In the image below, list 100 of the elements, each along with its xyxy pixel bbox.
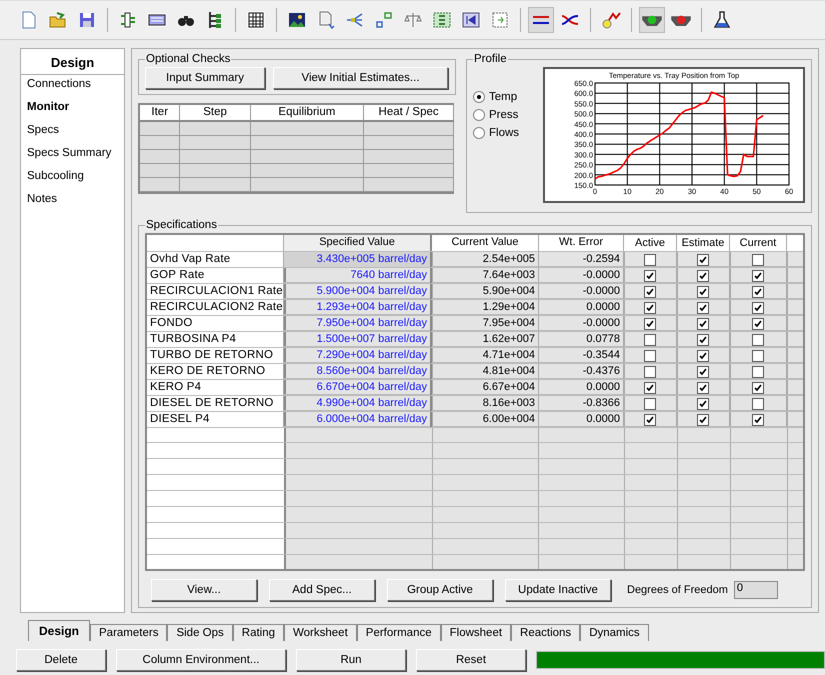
step-icon [490, 10, 510, 30]
column-header: Heat / Spec [364, 105, 454, 120]
checkbox[interactable] [697, 318, 709, 330]
checkbox[interactable] [752, 254, 764, 266]
table-cell[interactable]: 7.290e+004 barrel/day [284, 348, 432, 363]
button[interactable]: Group Active [387, 579, 493, 601]
table-cell: 7.95e+004 [432, 316, 539, 331]
checkbox[interactable] [752, 350, 764, 362]
sidebar-item[interactable]: Specs Summary [21, 144, 124, 167]
checkbox[interactable] [697, 382, 709, 394]
radio-button[interactable]: Press [473, 109, 535, 121]
table-cell: 8.16e+003 [432, 396, 539, 411]
column-icon [118, 10, 138, 30]
checkbox[interactable] [644, 254, 656, 266]
checkbox[interactable] [752, 318, 764, 330]
checkbox[interactable] [644, 414, 656, 426]
checkbox[interactable] [752, 286, 764, 298]
button[interactable]: Add Spec... [269, 579, 375, 601]
button[interactable]: Column Environment... [116, 649, 286, 671]
table-cell[interactable]: 8.560e+004 barrel/day [284, 364, 432, 379]
checkbox[interactable] [697, 302, 709, 314]
table-cell[interactable]: 3.430e+005 barrel/day [284, 252, 432, 267]
tab[interactable]: Reactions [511, 624, 580, 641]
sidebar-item[interactable]: Monitor [21, 98, 124, 121]
table-cell: 5.90e+004 [432, 284, 539, 299]
checkbox[interactable] [752, 302, 764, 314]
bulb-icon [601, 10, 621, 30]
checkbox[interactable] [644, 318, 656, 330]
checkbox[interactable] [697, 414, 709, 426]
checkbox[interactable] [644, 302, 656, 314]
checkbox[interactable] [697, 366, 709, 378]
button[interactable]: Delete [16, 649, 106, 671]
table-cell: 4.71e+004 [432, 348, 539, 363]
table-cell[interactable]: 5.900e+004 barrel/day [284, 284, 432, 299]
sidebar-item[interactable]: Specs [21, 121, 124, 144]
checkbox[interactable] [697, 286, 709, 298]
folder-icon [48, 10, 68, 30]
column-header: Iter [140, 105, 180, 120]
radio-button[interactable]: Flows [473, 127, 535, 139]
column-header: Equilibrium [250, 105, 364, 120]
checkbox[interactable] [752, 270, 764, 282]
tab[interactable]: Worksheet [284, 624, 357, 641]
sidebar-item[interactable]: Connections [21, 75, 124, 98]
column-header: Estimate [677, 235, 730, 251]
nodes-icon [374, 10, 394, 30]
checkbox[interactable] [644, 382, 656, 394]
table-cell: 6.00e+004 [432, 412, 539, 427]
group-title: Specifications [145, 219, 218, 231]
toolbar-button[interactable] [528, 7, 554, 33]
table-cell[interactable]: 4.990e+004 barrel/day [284, 396, 432, 411]
checkbox[interactable] [752, 414, 764, 426]
checkbox[interactable] [697, 350, 709, 362]
checkbox[interactable] [644, 334, 656, 346]
button[interactable]: Update Inactive [505, 579, 611, 601]
column-header: Active [624, 235, 677, 251]
table-cell[interactable]: 6.000e+004 barrel/day [284, 412, 432, 427]
table-cell[interactable]: 7.950e+004 barrel/day [284, 316, 432, 331]
tab[interactable]: Rating [232, 624, 284, 641]
rewind-icon [461, 10, 481, 30]
button[interactable]: Reset [416, 649, 526, 671]
checkbox[interactable] [644, 270, 656, 282]
tab[interactable]: Performance [356, 624, 441, 641]
table-cell[interactable]: 1.500e+007 barrel/day [284, 332, 432, 347]
checkbox[interactable] [697, 254, 709, 266]
table-cell: -0.0000 [539, 284, 624, 299]
checkbox[interactable] [644, 366, 656, 378]
tab[interactable]: Parameters [90, 624, 168, 641]
table-cell: KERO P4 [147, 380, 284, 395]
table-cell[interactable]: 1.293e+004 barrel/day [284, 300, 432, 315]
checkbox[interactable] [752, 382, 764, 394]
table-cell: 6.67e+004 [432, 380, 539, 395]
button[interactable]: Input Summary [145, 67, 265, 89]
table-cell: RECIRCULACION2 Rate [147, 300, 284, 315]
checkbox[interactable] [644, 398, 656, 410]
radio-button[interactable]: Temp [473, 91, 535, 103]
table-cell: 0.0000 [539, 380, 624, 395]
tab[interactable]: Flowsheet [440, 624, 512, 641]
tab[interactable]: Dynamics [580, 624, 649, 641]
checkbox[interactable] [644, 350, 656, 362]
signal-lamp-icon [671, 14, 691, 26]
column-header: Current [730, 235, 787, 251]
checkbox[interactable] [697, 334, 709, 346]
tab[interactable]: Side Ops [167, 624, 233, 641]
checkbox[interactable] [644, 286, 656, 298]
sidebar-item[interactable]: Subcooling [21, 167, 124, 190]
checkbox[interactable] [697, 398, 709, 410]
checkbox[interactable] [752, 334, 764, 346]
checkbox[interactable] [752, 398, 764, 410]
sidebar-item[interactable]: Notes [21, 190, 124, 213]
button[interactable]: Run [296, 649, 406, 671]
checkbox[interactable] [697, 270, 709, 282]
button[interactable]: View Initial Estimates... [273, 67, 448, 89]
balance-icon [403, 10, 423, 30]
checkbox[interactable] [752, 366, 764, 378]
table-cell: DIESEL P4 [147, 412, 284, 427]
tab[interactable]: Design [28, 620, 90, 641]
table-cell[interactable]: 7640 barrel/day [284, 268, 432, 283]
button[interactable]: View... [151, 579, 257, 601]
table-cell[interactable]: 6.670e+004 barrel/day [284, 380, 432, 395]
table-cell: KERO DE RETORNO [147, 364, 284, 379]
